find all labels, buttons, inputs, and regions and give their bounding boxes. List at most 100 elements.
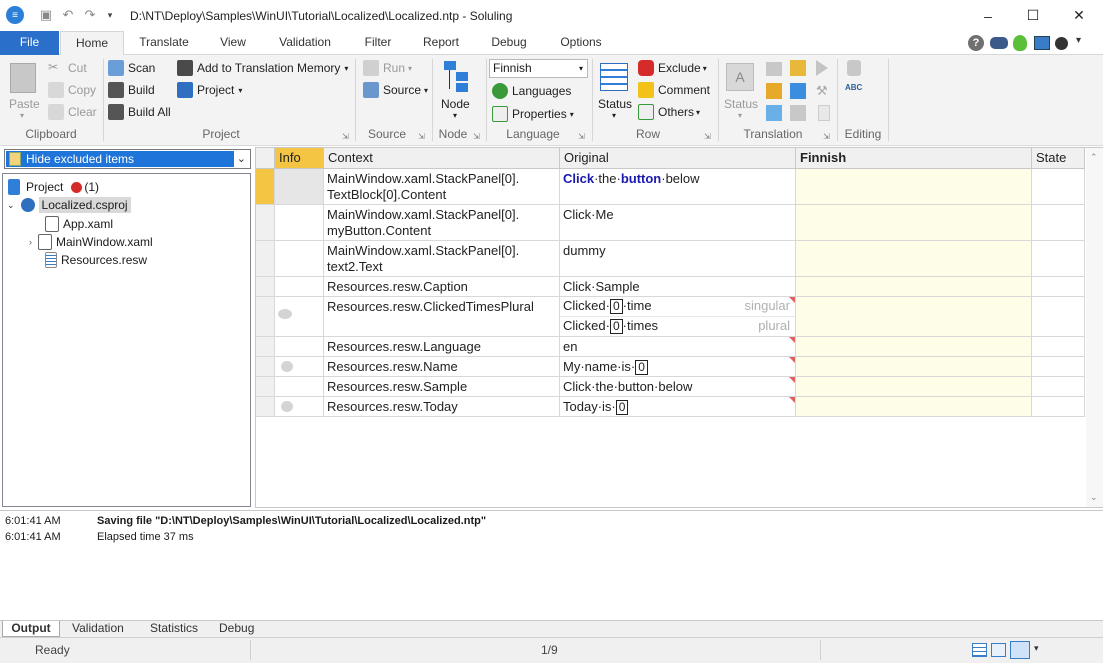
context-cell[interactable]: MainWindow.xaml.StackPanel[0]. text2.Tex… [324, 241, 560, 276]
tab-translate[interactable]: Translate [130, 31, 198, 55]
tab-statistics[interactable]: Statistics [150, 621, 198, 637]
copy-translation-icon[interactable] [790, 83, 806, 99]
finnish-cell[interactable] [796, 397, 1032, 416]
add-to-tm-button[interactable]: Add to Translation Memory ▾ [177, 60, 348, 76]
info-cell[interactable] [275, 277, 324, 296]
maximize-button[interactable]: ☐ [1010, 0, 1056, 31]
tree-node-project[interactable]: Project (1) [8, 178, 99, 196]
info-cell[interactable] [275, 241, 324, 276]
others-button[interactable]: Others ▾ [638, 104, 700, 120]
original-cell[interactable]: en [560, 337, 796, 356]
context-cell[interactable]: Resources.resw.Name [324, 357, 560, 376]
finnish-cell[interactable] [796, 277, 1032, 296]
customize-qat-icon[interactable]: ▾ [102, 7, 118, 23]
paste-button[interactable]: Paste [9, 97, 40, 111]
table-row[interactable]: Resources.resw.Language en [256, 337, 1085, 357]
filter-combo[interactable]: Hide excluded items ⌄ [4, 149, 251, 169]
table-row[interactable]: Resources.resw.Name My·name·is· 0 [256, 357, 1085, 377]
copy-button[interactable]: Copy [48, 82, 96, 98]
build-button[interactable]: Build [108, 82, 155, 98]
tab-output-validation[interactable]: Validation [72, 621, 124, 637]
col-context[interactable]: Context [324, 148, 560, 169]
original-cell[interactable]: Click·Me [560, 205, 796, 240]
original-cell[interactable]: My·name·is· 0 [560, 357, 796, 376]
info-cell[interactable] [275, 297, 324, 336]
undo-icon[interactable]: ↶ [60, 7, 76, 23]
context-cell[interactable]: Resources.resw.Language [324, 337, 560, 356]
state-cell[interactable] [1032, 205, 1085, 240]
import-icon[interactable] [790, 60, 806, 76]
project-button[interactable]: Project ▾ [177, 82, 242, 98]
build-all-button[interactable]: Build All [108, 104, 171, 120]
table-row[interactable]: MainWindow.xaml.StackPanel[0]. myButton.… [256, 205, 1085, 241]
languages-button[interactable]: Languages [492, 83, 571, 99]
translation-launcher-icon[interactable]: ⇲ [823, 132, 830, 141]
split-view-icon[interactable] [991, 643, 1006, 657]
bomb-icon[interactable] [1055, 37, 1068, 50]
tab-home[interactable]: Home [60, 31, 124, 56]
scan-button[interactable]: Scan [108, 60, 155, 76]
node-icon[interactable] [444, 61, 470, 93]
info-cell[interactable] [275, 337, 324, 356]
tree-node-resources[interactable]: Resources.resw [45, 251, 147, 269]
check-icon[interactable] [818, 105, 830, 121]
info-cell[interactable] [275, 169, 324, 204]
minimize-button[interactable]: – [965, 0, 1011, 31]
state-cell[interactable] [1032, 397, 1085, 416]
original-cell[interactable]: Today·is· 0 [560, 397, 796, 416]
remove-icon[interactable] [790, 105, 806, 121]
scroll-up-icon[interactable]: ⌃ [1090, 152, 1098, 163]
state-cell[interactable] [1032, 241, 1085, 276]
finnish-cell[interactable] [796, 169, 1032, 204]
wrench-icon[interactable]: ⚒ [816, 83, 832, 99]
play-icon[interactable] [816, 60, 828, 76]
finnish-cell[interactable] [796, 205, 1032, 240]
properties-button[interactable]: Properties ▾ [492, 106, 574, 122]
monitor-icon[interactable] [1034, 36, 1050, 50]
context-cell[interactable]: MainWindow.xaml.StackPanel[0]. myButton.… [324, 205, 560, 240]
info-cell[interactable] [275, 205, 324, 240]
original-cell[interactable]: Click·the·button·below [560, 169, 796, 204]
node-launcher-icon[interactable]: ⇲ [473, 132, 480, 141]
tab-output-debug[interactable]: Debug [219, 621, 254, 637]
language-launcher-icon[interactable]: ⇲ [578, 132, 585, 141]
tab-file[interactable]: File [0, 31, 59, 55]
scroll-down-icon[interactable]: ⌄ [1090, 492, 1098, 503]
grid-scrollbar[interactable]: ⌃ ⌄ [1086, 148, 1103, 507]
table-row[interactable]: Resources.resw.Caption Click·Sample [256, 277, 1085, 297]
alien-icon[interactable] [1013, 35, 1027, 51]
original-cell[interactable]: dummy [560, 241, 796, 276]
table-row[interactable]: Resources.resw.Today Today·is· 0 [256, 397, 1085, 417]
binoculars-icon[interactable] [990, 37, 1008, 49]
original-cell[interactable]: Click·the·button·below [560, 377, 796, 396]
project-launcher-icon[interactable]: ⇲ [342, 132, 349, 141]
col-state[interactable]: State [1032, 148, 1085, 169]
state-cell[interactable] [1032, 357, 1085, 376]
context-cell[interactable]: Resources.resw.Today [324, 397, 560, 416]
col-info[interactable]: Info [275, 148, 324, 169]
expand-arrow-icon[interactable]: ⌄ [7, 200, 15, 211]
clear-button[interactable]: Clear [48, 104, 97, 120]
info-cell[interactable] [275, 357, 324, 376]
ribbon-options-icon[interactable]: ▾ [1076, 35, 1081, 46]
context-cell[interactable]: Resources.resw.Sample [324, 377, 560, 396]
tab-report[interactable]: Report [415, 31, 467, 55]
comment-button[interactable]: Comment [638, 82, 710, 98]
translation-status-icon[interactable]: A [726, 63, 754, 91]
finnish-cell[interactable] [796, 357, 1032, 376]
context-cell[interactable]: Resources.resw.ClickedTimesPlural [324, 297, 560, 336]
table-row[interactable]: Resources.resw.Sample Click·the·button·b… [256, 377, 1085, 397]
spellcheck-icon[interactable]: ABC [845, 83, 863, 97]
state-cell[interactable] [1032, 297, 1085, 336]
row-launcher-icon[interactable]: ⇲ [704, 132, 711, 141]
state-cell[interactable] [1032, 337, 1085, 356]
app-logo-icon[interactable]: ≡ [6, 6, 24, 24]
finnish-cell[interactable] [796, 377, 1032, 396]
help-icon[interactable]: ? [968, 35, 984, 51]
source-button[interactable]: Source ▾ [363, 82, 428, 98]
source-launcher-icon[interactable]: ⇲ [418, 132, 425, 141]
run-button[interactable]: Run ▾ [363, 60, 412, 76]
state-cell[interactable] [1032, 169, 1085, 204]
save-icon[interactable]: ▣ [38, 7, 54, 23]
close-button[interactable]: ✕ [1056, 0, 1102, 31]
